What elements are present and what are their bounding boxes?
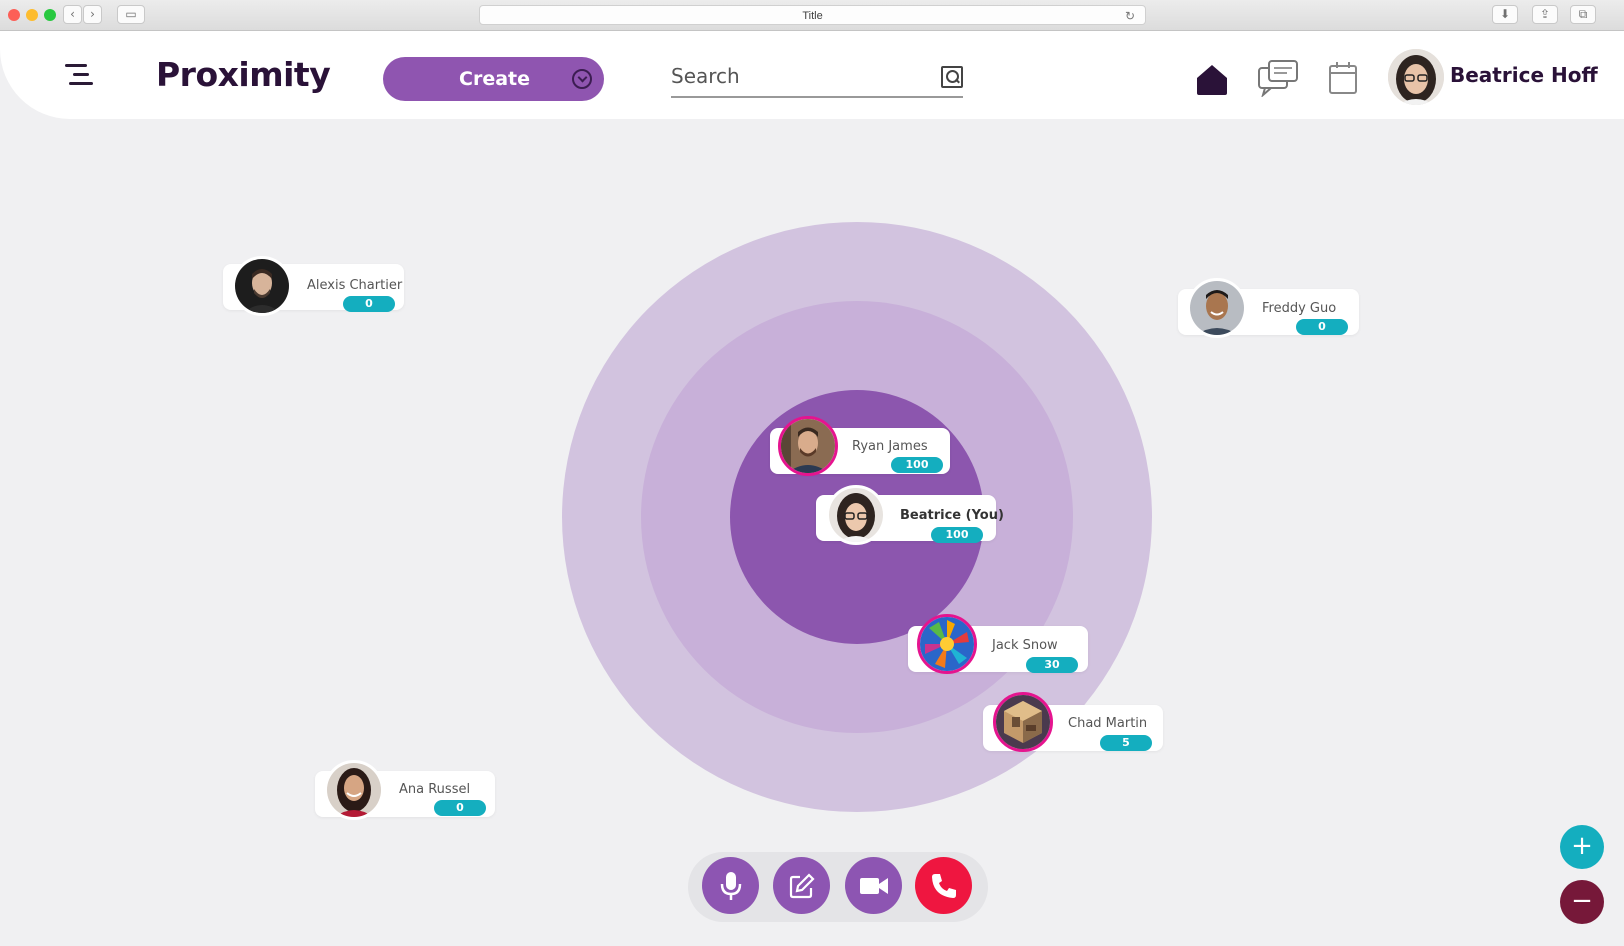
chevron-down-icon[interactable] — [572, 69, 592, 89]
person-name: Freddy Guo — [1262, 301, 1337, 316]
search-input[interactable] — [671, 61, 921, 91]
person-name: Beatrice (You) — [900, 508, 1004, 523]
sidebar-toggle-icon[interactable]: ▭ — [117, 5, 145, 24]
search-bar — [671, 57, 963, 98]
score-badge: 30 — [1026, 657, 1078, 673]
microphone-icon — [720, 871, 741, 900]
person-name: Jack Snow — [992, 638, 1058, 653]
score-badge: 0 — [343, 296, 395, 312]
create-button[interactable]: Create — [383, 57, 604, 101]
reload-icon[interactable]: ↻ — [1125, 6, 1135, 26]
phone-icon — [931, 873, 956, 898]
close-window-button[interactable] — [8, 9, 20, 21]
calendar-icon[interactable] — [1328, 61, 1358, 95]
back-button[interactable]: ‹ — [63, 5, 82, 24]
person-name: Ryan James — [852, 439, 928, 454]
forward-button[interactable]: › — [83, 5, 102, 24]
downloads-icon[interactable]: ⬇ — [1492, 5, 1518, 24]
score-badge: 0 — [434, 800, 486, 816]
page-title: Title — [802, 10, 823, 22]
score-badge: 100 — [931, 527, 983, 543]
minimize-window-button[interactable] — [26, 9, 38, 21]
person-avatar-chad-martin[interactable] — [993, 692, 1053, 752]
person-avatar-alexis-chartier[interactable] — [232, 256, 292, 316]
menu-icon[interactable] — [65, 61, 93, 89]
score-badge: 100 — [891, 457, 943, 473]
video-camera-icon — [859, 877, 888, 894]
share-icon[interactable]: ⇪ — [1532, 5, 1558, 24]
person-avatar-ryan-james[interactable] — [778, 416, 838, 476]
score-badge: 0 — [1296, 319, 1348, 335]
zoom-out-button[interactable]: − — [1560, 880, 1604, 924]
person-avatar-freddy-guo[interactable] — [1187, 278, 1247, 338]
address-bar[interactable]: Title ↻ — [479, 5, 1146, 25]
person-avatar-jack-snow[interactable] — [917, 614, 977, 674]
end-call-button[interactable] — [915, 857, 972, 914]
video-button[interactable] — [845, 857, 902, 914]
person-avatar-beatrice[interactable] — [826, 485, 886, 545]
edit-icon — [789, 872, 815, 898]
chat-icon[interactable] — [1257, 59, 1299, 97]
person-name: Ana Russel — [399, 782, 471, 797]
create-button-label: Create — [459, 68, 530, 90]
app-logo[interactable]: Proximity — [156, 55, 331, 94]
app-header: Proximity Create Beatrice Hoff — [0, 31, 1624, 119]
browser-chrome: ‹ › ▭ Title ↻ ⬇ ⇪ ⧉ — [0, 0, 1624, 31]
zoom-in-button[interactable]: + — [1560, 825, 1604, 869]
home-icon[interactable] — [1195, 62, 1229, 96]
search-icon[interactable] — [941, 66, 963, 88]
microphone-button[interactable] — [702, 857, 759, 914]
person-name: Alexis Chartier — [307, 278, 403, 293]
person-name: Chad Martin — [1068, 716, 1148, 731]
user-avatar[interactable] — [1388, 49, 1444, 105]
user-name[interactable]: Beatrice Hoff — [1450, 63, 1598, 87]
score-badge: 5 — [1100, 735, 1152, 751]
maximize-window-button[interactable] — [44, 9, 56, 21]
edit-button[interactable] — [773, 857, 830, 914]
person-avatar-ana-russel[interactable] — [324, 760, 384, 820]
tabs-icon[interactable]: ⧉ — [1570, 5, 1596, 24]
